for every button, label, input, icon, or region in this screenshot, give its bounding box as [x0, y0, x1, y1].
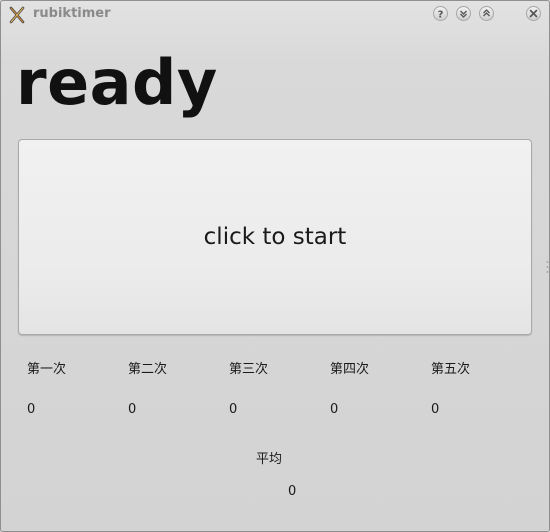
- app-window: rubiktimer ? ready click to start 第一次 第二…: [0, 0, 550, 532]
- attempt-4-value: 0: [330, 402, 339, 417]
- attempt-5-value: 0: [431, 402, 440, 417]
- attempt-4-label: 第四次: [330, 362, 370, 377]
- window-title: rubiktimer: [33, 6, 111, 21]
- attempt-5-label: 第五次: [431, 362, 471, 377]
- title-bar[interactable]: rubiktimer ?: [1, 1, 549, 28]
- attempt-2-label: 第二次: [128, 362, 168, 377]
- attempt-3-label: 第三次: [229, 362, 269, 377]
- chevron-up-icon[interactable]: [479, 6, 494, 21]
- rubiktimer-app-icon: [8, 6, 26, 24]
- start-button[interactable]: click to start: [18, 139, 532, 335]
- chevron-down-icon[interactable]: [456, 6, 471, 21]
- status-heading: ready: [16, 46, 218, 119]
- average-label: 平均: [256, 452, 283, 467]
- attempt-1-value: 0: [27, 402, 36, 417]
- close-icon[interactable]: [526, 6, 541, 21]
- help-icon[interactable]: ?: [433, 6, 448, 21]
- average-value: 0: [288, 484, 297, 499]
- start-button-label: click to start: [203, 224, 347, 250]
- resize-grip[interactable]: [546, 259, 549, 273]
- svg-text:?: ?: [438, 10, 444, 21]
- attempt-2-value: 0: [128, 402, 137, 417]
- attempt-3-value: 0: [229, 402, 238, 417]
- attempt-1-label: 第一次: [27, 362, 67, 377]
